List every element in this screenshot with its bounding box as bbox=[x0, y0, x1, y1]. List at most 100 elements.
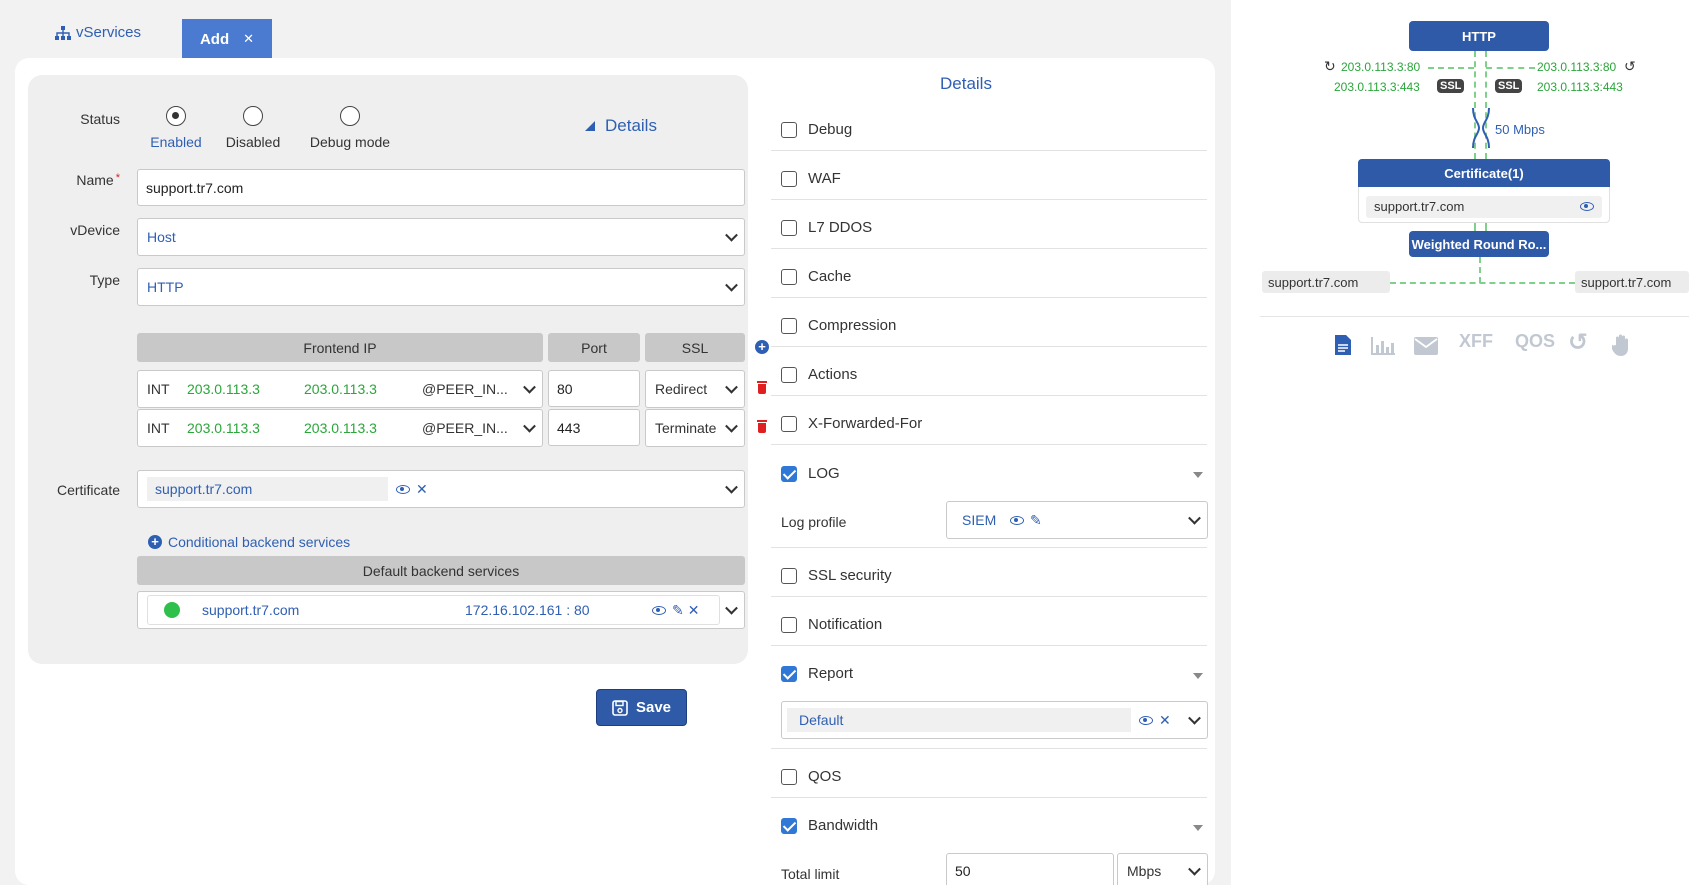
caret-down-icon[interactable] bbox=[1193, 825, 1203, 831]
ssl-security-label: SSL security bbox=[808, 567, 892, 584]
type-select[interactable]: HTTP bbox=[137, 268, 745, 306]
chevron-down-icon bbox=[725, 419, 738, 433]
chart-icon[interactable] bbox=[1371, 337, 1395, 355]
cache-checkbox[interactable] bbox=[781, 269, 797, 285]
notification-checkbox[interactable] bbox=[781, 617, 797, 633]
edit-icon[interactable]: ✎ bbox=[1030, 512, 1042, 529]
status-debug-radio[interactable] bbox=[340, 106, 360, 126]
document-icon[interactable] bbox=[1334, 334, 1352, 356]
tab-vservices[interactable]: vServices bbox=[55, 24, 141, 41]
add-frontend-icon[interactable]: + bbox=[755, 340, 769, 354]
edit-icon[interactable]: ✎ bbox=[672, 602, 684, 619]
conditional-backend-link[interactable]: + Conditional backend services bbox=[148, 534, 350, 550]
caret-down-icon[interactable] bbox=[1193, 673, 1203, 679]
backend-address: 172.16.102.161 : 80 bbox=[465, 602, 590, 618]
certificate-select[interactable]: support.tr7.com ✕ bbox=[137, 470, 745, 508]
name-input[interactable]: support.tr7.com bbox=[137, 169, 745, 206]
divider bbox=[771, 444, 1207, 445]
tab-add-label: Add bbox=[199, 30, 230, 48]
cache-label: Cache bbox=[808, 268, 852, 285]
eye-icon[interactable] bbox=[1139, 715, 1153, 725]
details-toggle-label: Details bbox=[605, 116, 657, 135]
l7-ddos-checkbox[interactable] bbox=[781, 220, 797, 236]
divider bbox=[771, 395, 1207, 396]
compression-checkbox[interactable] bbox=[781, 318, 797, 334]
chevron-down-icon bbox=[725, 601, 738, 615]
ssl-select[interactable]: Redirect bbox=[645, 370, 745, 408]
actions-label: Actions bbox=[808, 366, 858, 383]
frontend-ip-select[interactable]: INT 203.0.113.3 203.0.113.3 @PEER_IN... bbox=[137, 409, 543, 447]
qos-checkbox[interactable] bbox=[781, 769, 797, 785]
waf-label: WAF bbox=[808, 170, 841, 187]
l7-ddos-label: L7 DDOS bbox=[808, 219, 873, 236]
status-disabled-radio[interactable] bbox=[243, 106, 263, 126]
close-icon[interactable]: ✕ bbox=[1159, 712, 1171, 729]
trash-icon[interactable] bbox=[757, 420, 767, 433]
total-limit-input[interactable]: 50 bbox=[946, 853, 1114, 885]
http-node[interactable]: HTTP bbox=[1409, 21, 1549, 51]
debug-checkbox[interactable] bbox=[781, 122, 797, 138]
divider bbox=[771, 199, 1207, 200]
ssl-badge-left: SSL bbox=[1437, 79, 1465, 93]
qos-tool[interactable]: QOS bbox=[1515, 331, 1555, 352]
ssl-select[interactable]: Terminate bbox=[645, 409, 745, 447]
default-backend-header: Default backend services bbox=[137, 556, 745, 585]
load-balancer-node[interactable]: Weighted Round Ro... bbox=[1409, 231, 1549, 257]
redirect-icon: ↻ bbox=[1324, 58, 1336, 74]
waf-checkbox[interactable] bbox=[781, 171, 797, 187]
mail-icon[interactable] bbox=[1414, 337, 1438, 355]
debug-label: Debug bbox=[808, 121, 853, 138]
divider bbox=[1260, 316, 1689, 317]
chevron-down-icon bbox=[523, 419, 536, 433]
log-profile-label: Log profile bbox=[781, 514, 847, 530]
report-select[interactable]: Default ✕ bbox=[781, 701, 1208, 739]
eye-icon[interactable] bbox=[1010, 515, 1024, 525]
close-icon[interactable]: ✕ bbox=[688, 602, 700, 619]
compression-label: Compression bbox=[808, 317, 897, 334]
certificate-node[interactable]: Certificate(1) bbox=[1358, 159, 1610, 187]
log-profile-select[interactable]: SIEM ✎ bbox=[946, 501, 1208, 539]
backend-left-tag: support.tr7.com bbox=[1262, 271, 1390, 293]
bandwidth-checkbox[interactable] bbox=[781, 818, 797, 834]
connector bbox=[1485, 223, 1487, 231]
report-checkbox[interactable] bbox=[781, 666, 797, 682]
history-icon[interactable]: ↺ bbox=[1568, 328, 1588, 357]
ssl-security-checkbox[interactable] bbox=[781, 568, 797, 584]
actions-checkbox[interactable] bbox=[781, 367, 797, 383]
status-enabled-radio[interactable] bbox=[166, 106, 186, 126]
vdevice-select[interactable]: Host bbox=[137, 218, 745, 256]
divider bbox=[771, 248, 1207, 249]
close-icon[interactable]: ✕ bbox=[243, 31, 254, 47]
log-profile-value: SIEM bbox=[962, 512, 997, 528]
tab-add[interactable]: Add ✕ bbox=[182, 19, 272, 59]
ssl-header: SSL bbox=[645, 333, 745, 362]
status-disabled-label: Disabled bbox=[225, 134, 281, 150]
qos-label: QOS bbox=[808, 768, 842, 785]
hand-icon[interactable] bbox=[1612, 333, 1632, 357]
details-toggle[interactable]: Details bbox=[585, 116, 657, 136]
tab-vservices-label: vServices bbox=[76, 24, 142, 41]
notification-label: Notification bbox=[808, 616, 883, 633]
backend-service-row[interactable]: support.tr7.com 172.16.102.161 : 80 ✎ ✕ bbox=[137, 591, 745, 629]
frontend-ip-select[interactable]: INT 203.0.113.3 203.0.113.3 @PEER_IN... bbox=[137, 370, 543, 408]
eye-icon[interactable] bbox=[1580, 202, 1594, 211]
chevron-down-icon bbox=[725, 480, 738, 494]
xff-checkbox[interactable] bbox=[781, 416, 797, 432]
trash-icon[interactable] bbox=[757, 381, 767, 394]
eye-icon[interactable] bbox=[396, 484, 410, 494]
close-icon[interactable]: ✕ bbox=[416, 481, 428, 498]
port-input[interactable]: 443 bbox=[548, 409, 640, 446]
save-label: Save bbox=[635, 699, 672, 716]
connector bbox=[1390, 282, 1575, 284]
chevron-down-icon bbox=[725, 278, 738, 292]
xff-label: X-Forwarded-For bbox=[808, 415, 923, 432]
divider bbox=[771, 748, 1207, 749]
bandwidth-value: 50 Mbps bbox=[1495, 122, 1545, 137]
total-limit-unit-select[interactable]: Mbps bbox=[1117, 853, 1208, 885]
xff-tool[interactable]: XFF bbox=[1459, 331, 1493, 352]
save-button[interactable]: Save bbox=[596, 689, 687, 726]
caret-down-icon[interactable] bbox=[1193, 472, 1203, 478]
port-input[interactable]: 80 bbox=[548, 370, 640, 407]
log-checkbox[interactable] bbox=[781, 466, 797, 482]
eye-icon[interactable] bbox=[652, 605, 666, 615]
